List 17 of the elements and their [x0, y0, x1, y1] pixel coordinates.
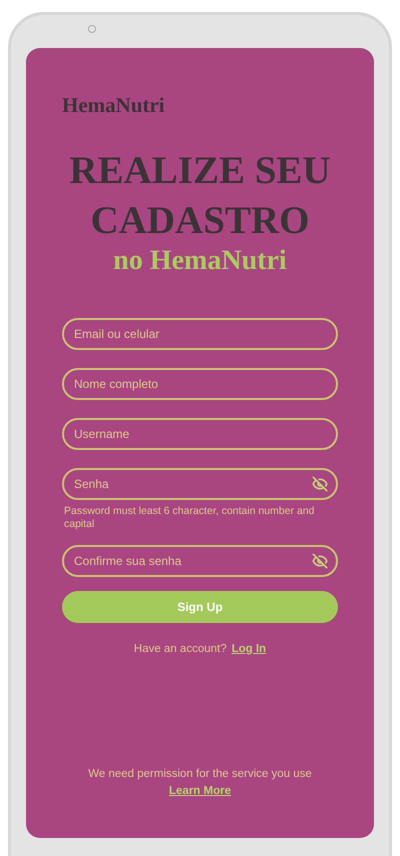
app-logo: HemaNutri: [62, 92, 166, 119]
password-field[interactable]: Senha: [62, 468, 338, 500]
input-field[interactable]: Nome completo: [62, 368, 338, 400]
password-hint: Password must least 6 character, contain number and capital: [63, 504, 316, 530]
page-subtitle: no HemaNutri: [112, 246, 288, 276]
permission-text: We need permission for the service you use: [88, 766, 312, 782]
sign-up-button[interactable]: Sign Up: [62, 590, 338, 622]
eye-off-icon[interactable]: [312, 552, 328, 568]
input-field[interactable]: Username: [62, 418, 338, 450]
eye-off-icon[interactable]: [312, 476, 328, 492]
learn-more-link[interactable]: Learn More: [169, 782, 231, 800]
login-prompt: Have an account?: [134, 642, 227, 656]
camera-icon: [88, 25, 96, 33]
input-field[interactable]: Email ou celular: [62, 318, 338, 350]
password-field[interactable]: Confirme sua senha: [62, 544, 338, 576]
page-title: REALIZE SEU CADASTRO: [68, 148, 332, 244]
login-link[interactable]: Log In: [232, 640, 266, 658]
